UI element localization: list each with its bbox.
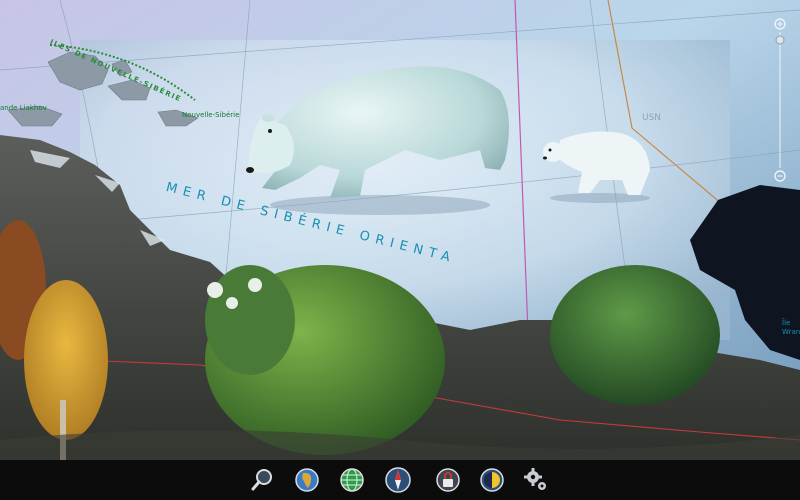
grid-globe-button[interactable] bbox=[338, 466, 366, 494]
compass-icon bbox=[385, 467, 411, 493]
settings-icon bbox=[524, 468, 546, 490]
day-night-icon bbox=[480, 468, 504, 492]
day-night-button[interactable] bbox=[478, 466, 506, 494]
globe-button[interactable] bbox=[293, 466, 321, 494]
zoom-slider[interactable] bbox=[770, 16, 790, 186]
green-tree-right bbox=[550, 265, 720, 405]
lock-button[interactable] bbox=[434, 466, 462, 494]
wrangel-label: Île Wran bbox=[782, 319, 800, 337]
search-button[interactable] bbox=[248, 466, 276, 494]
svg-text:USN: USN bbox=[642, 113, 661, 123]
green-tree-center bbox=[205, 265, 445, 455]
lock-icon bbox=[436, 468, 460, 492]
magnifier-icon bbox=[251, 469, 272, 491]
settings-button[interactable] bbox=[522, 466, 550, 494]
zoom-in-icon[interactable] bbox=[774, 18, 786, 30]
new-siberia-label: Nouvelle-Sibérie bbox=[182, 111, 240, 119]
africa-globe-icon bbox=[295, 468, 319, 492]
zoom-thumb[interactable] bbox=[775, 35, 785, 45]
grid-globe-icon bbox=[340, 468, 364, 492]
wrangel-label-line1: Île bbox=[782, 319, 791, 327]
zoom-out-icon[interactable] bbox=[774, 170, 786, 182]
compass-button[interactable] bbox=[384, 466, 412, 494]
wrangel-label-line2: Wran bbox=[782, 328, 800, 336]
liakhov-label: ande Liakhov bbox=[0, 104, 47, 112]
bottom-toolbar bbox=[0, 460, 800, 500]
